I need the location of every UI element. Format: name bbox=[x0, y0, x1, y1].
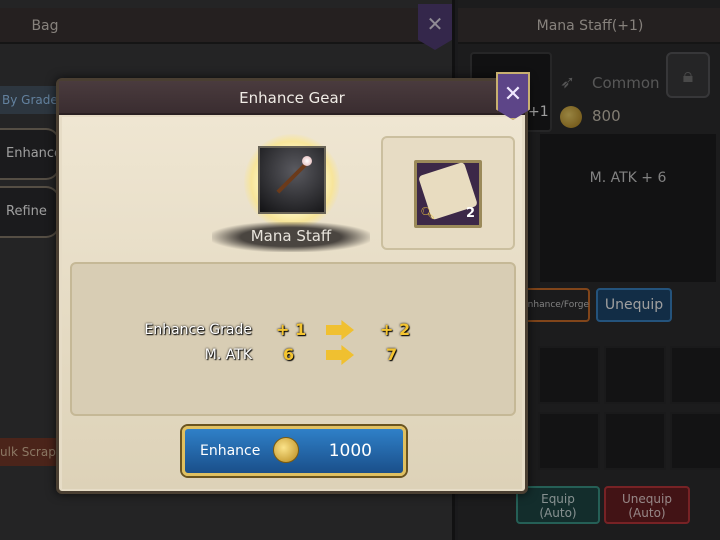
enhance-info-box bbox=[70, 262, 516, 416]
matk-label: M. ATK bbox=[204, 347, 252, 363]
coin-icon bbox=[273, 437, 299, 463]
matk-from: 6 bbox=[283, 345, 295, 364]
magnify-icon[interactable]: 🔍︎ bbox=[420, 206, 435, 220]
enhance-button-label: Enhance bbox=[200, 443, 261, 459]
gear-name: Mana Staff bbox=[250, 227, 332, 245]
staff-orb-icon bbox=[302, 156, 312, 166]
matk-to: 7 bbox=[386, 345, 398, 364]
dialog-title: Enhance Gear bbox=[239, 89, 345, 107]
enhance-grade-label: Enhance Grade bbox=[144, 322, 253, 338]
enhance-grade-to: + 2 bbox=[380, 320, 411, 339]
material-count: 2 bbox=[466, 206, 476, 221]
enhance-cost: 1000 bbox=[328, 441, 372, 461]
enhance-grade-from: + 1 bbox=[276, 320, 307, 339]
